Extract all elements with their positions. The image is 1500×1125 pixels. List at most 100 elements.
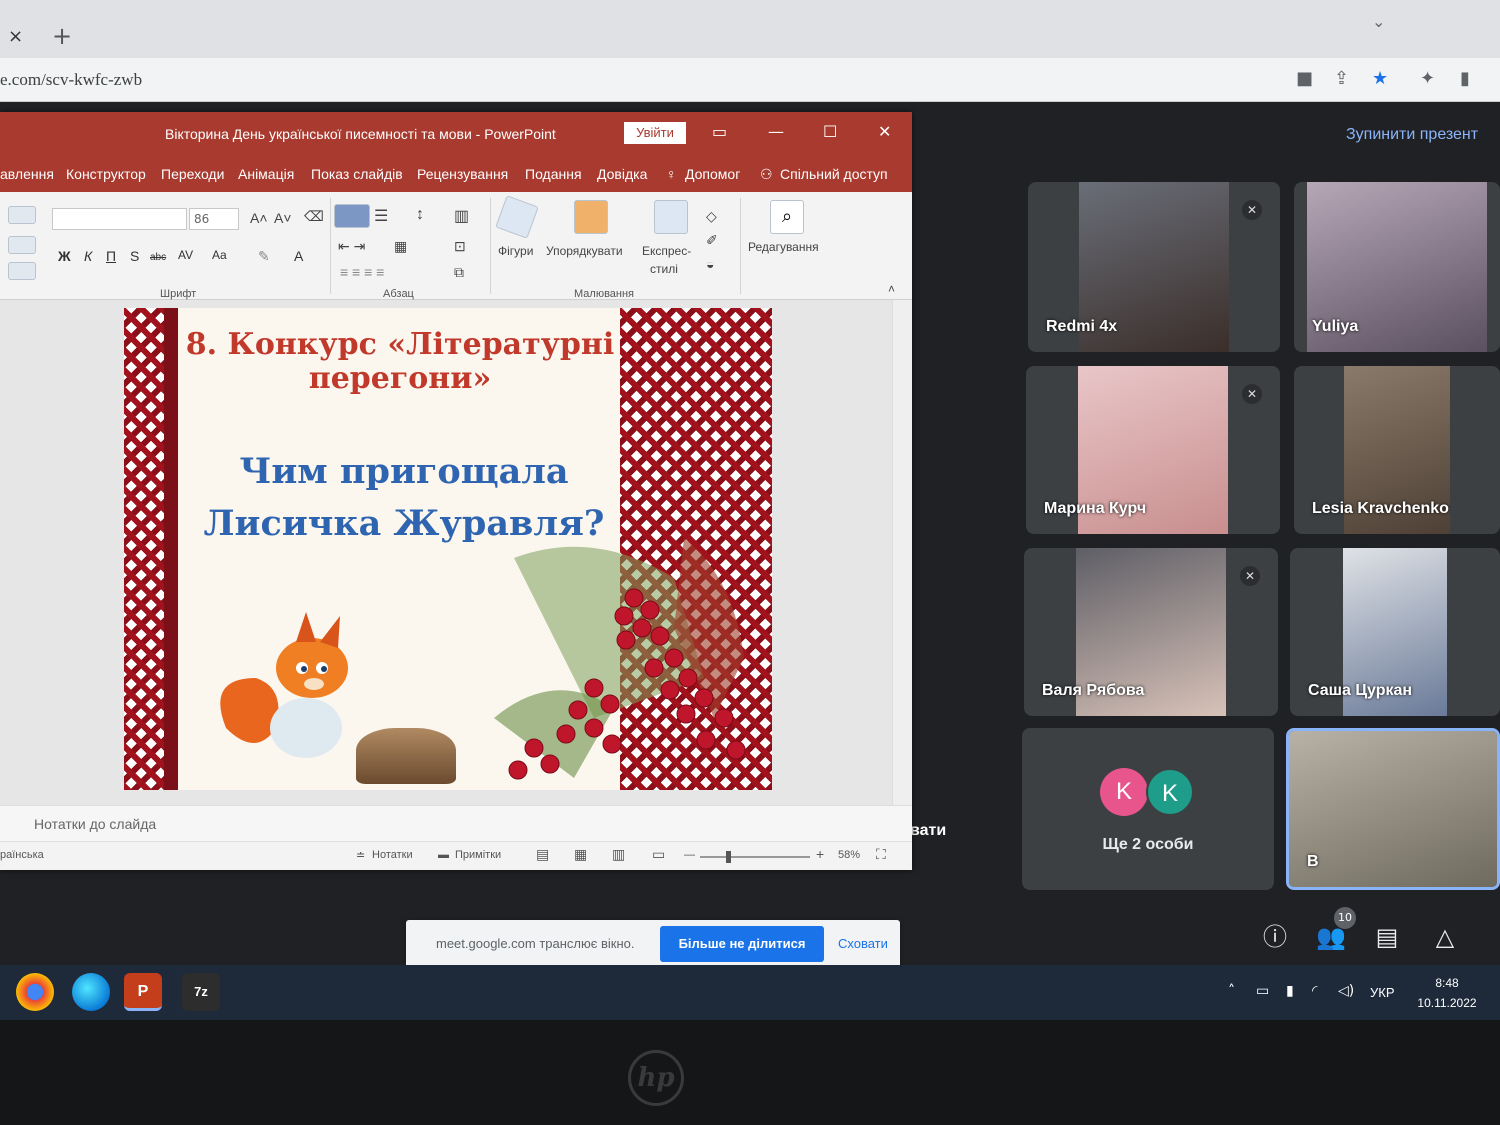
participant-tile[interactable]: Yuliya: [1294, 182, 1500, 352]
tab-design[interactable]: Конструктор: [66, 166, 146, 182]
sign-in-button[interactable]: Увійти: [624, 122, 686, 144]
lightbulb-icon[interactable]: ♀: [666, 166, 677, 182]
italic-button[interactable]: К: [84, 248, 92, 264]
columns-icon[interactable]: ▥: [454, 206, 469, 226]
zoom-in-button[interactable]: +: [816, 846, 824, 862]
numbering-icon[interactable]: ▦: [394, 238, 407, 255]
change-case-button[interactable]: Aa: [212, 248, 227, 262]
microphone-icon[interactable]: ▮: [1286, 983, 1294, 999]
tab-search-chevron-icon[interactable]: ⌄: [1372, 12, 1385, 31]
normal-view-icon[interactable]: ▤: [536, 846, 549, 863]
alignment-icons[interactable]: ≡ ≡ ≡ ≡: [340, 264, 384, 280]
input-language[interactable]: УКР: [1370, 985, 1395, 1000]
notes-toggle-icon[interactable]: ≐: [356, 849, 365, 862]
shapes-icon[interactable]: [495, 195, 539, 239]
tab-transitions[interactable]: Переходи: [161, 166, 224, 182]
vertical-scrollbar[interactable]: [892, 300, 912, 805]
zoom-level[interactable]: 58%: [838, 849, 860, 861]
align-text-icon[interactable]: ⊡: [454, 238, 466, 255]
more-participants-tile[interactable]: K K Ще 2 особи: [1022, 728, 1274, 890]
clear-format-icon[interactable]: ⌫: [304, 208, 324, 225]
fit-slide-icon[interactable]: ⛶: [876, 846, 886, 863]
battery-icon[interactable]: ▭: [1256, 983, 1269, 999]
info-icon[interactable]: ⓘ: [1260, 922, 1290, 952]
comments-icon[interactable]: ▬: [438, 849, 449, 861]
tab-slideshow[interactable]: Показ слайдів: [311, 166, 403, 182]
shape-effects-icon[interactable]: ◒: [706, 256, 714, 272]
url-text[interactable]: e.com/scv-kwfc-zwb: [0, 70, 142, 90]
self-view-tile[interactable]: B: [1286, 728, 1500, 890]
volume-icon[interactable]: ◁): [1338, 983, 1354, 999]
tab-share[interactable]: Спільний доступ: [780, 166, 888, 182]
shape-outline-icon[interactable]: ✐: [706, 232, 718, 249]
slide-sorter-icon[interactable]: ▦: [574, 846, 587, 863]
bold-button[interactable]: Ж: [58, 248, 71, 264]
reading-view-icon[interactable]: ▥: [612, 846, 625, 863]
participant-tile[interactable]: Lesia Kravchenko: [1294, 366, 1500, 534]
zoom-out-button[interactable]: —: [684, 849, 695, 861]
hide-banner-button[interactable]: Сховати: [838, 936, 888, 951]
close-tab-icon[interactable]: ×: [8, 26, 23, 47]
tab-view[interactable]: Подання: [525, 166, 582, 182]
clock[interactable]: 8:48 10.11.2022: [1412, 973, 1482, 1013]
comments-toggle[interactable]: Примітки: [455, 849, 501, 861]
edge-taskbar-icon[interactable]: [72, 973, 110, 1011]
notes-pane[interactable]: Нотатки до слайда: [0, 805, 912, 841]
grow-font-icon[interactable]: A˄: [250, 210, 268, 226]
participant-tile[interactable]: ✕ Марина Курч: [1026, 366, 1280, 534]
slide-question[interactable]: Чим пригощала Лисичка Журавля?: [194, 446, 614, 550]
stop-sharing-button[interactable]: Більше не ділитися: [660, 926, 824, 962]
reset-icon[interactable]: [8, 236, 36, 254]
maximize-icon[interactable]: ☐: [823, 122, 837, 141]
tray-chevron-icon[interactable]: ˄: [1228, 983, 1235, 999]
notes-toggle[interactable]: Нотатки: [372, 849, 413, 861]
font-size-input[interactable]: 86: [189, 208, 239, 230]
quick-styles-button[interactable]: Експрес-: [642, 244, 691, 258]
tab-animations[interactable]: Анімація: [238, 166, 294, 182]
editing-button[interactable]: Редагування: [748, 240, 819, 254]
highlight-icon[interactable]: ✎: [258, 248, 270, 265]
slide-canvas[interactable]: 8. Конкурс «Літературні перегони» Чим пр…: [124, 308, 772, 790]
search-icon[interactable]: ⌕: [770, 200, 804, 234]
chat-icon[interactable]: ▤: [1372, 922, 1402, 952]
ribbon-display-icon[interactable]: ▭: [712, 122, 727, 141]
activities-icon[interactable]: △: [1430, 922, 1460, 952]
arrange-button[interactable]: Упорядкувати: [546, 244, 623, 258]
shadow-button[interactable]: S: [130, 248, 139, 264]
stop-presenting-button[interactable]: Зупинити презент: [1346, 126, 1478, 144]
quick-styles-icon[interactable]: [654, 200, 688, 234]
char-spacing-button[interactable]: AV: [178, 248, 193, 262]
shape-fill-icon[interactable]: ◇: [706, 208, 717, 225]
tab-review[interactable]: Рецензування: [417, 166, 508, 182]
tab-insert[interactable]: авлення: [0, 166, 54, 182]
text-direction-icon[interactable]: [334, 204, 370, 228]
strikethrough-button[interactable]: abc: [150, 252, 166, 263]
underline-button[interactable]: П: [106, 248, 116, 264]
smartart-icon[interactable]: ⧉: [454, 264, 464, 281]
arrange-icon[interactable]: [574, 200, 608, 234]
participant-tile[interactable]: ✕ Валя Рябова: [1024, 548, 1278, 716]
bullets-icon[interactable]: ☰: [374, 206, 388, 226]
layout-icon[interactable]: [8, 206, 36, 224]
7zip-taskbar-icon[interactable]: 7z: [182, 973, 220, 1011]
close-window-icon[interactable]: ✕: [878, 122, 891, 141]
section-icon[interactable]: [8, 262, 36, 280]
tab-help[interactable]: Довідка: [597, 166, 647, 182]
new-tab-button[interactable]: +: [52, 22, 72, 50]
participant-tile[interactable]: Саша Цуркан: [1290, 548, 1500, 716]
line-spacing-icon[interactable]: ↕: [416, 206, 424, 224]
slide-title[interactable]: 8. Конкурс «Літературні перегони»: [180, 328, 620, 396]
share-person-icon[interactable]: ⚇: [760, 166, 773, 183]
extensions-icon[interactable]: ✦: [1420, 68, 1435, 89]
camera-icon[interactable]: ■: [1296, 68, 1313, 89]
shrink-font-icon[interactable]: A˅: [274, 210, 292, 226]
tab-tell-me[interactable]: Допомог: [685, 166, 740, 182]
minimize-icon[interactable]: —: [768, 122, 784, 141]
zoom-slider[interactable]: [700, 856, 810, 858]
shapes-button[interactable]: Фігури: [498, 244, 533, 258]
powerpoint-taskbar-icon[interactable]: P: [124, 973, 162, 1011]
wifi-icon[interactable]: ◜: [1312, 983, 1317, 999]
font-color-button[interactable]: A: [294, 248, 303, 264]
side-panel-icon[interactable]: ▮: [1460, 68, 1470, 89]
participant-tile[interactable]: ✕ Redmi 4x: [1028, 182, 1280, 352]
